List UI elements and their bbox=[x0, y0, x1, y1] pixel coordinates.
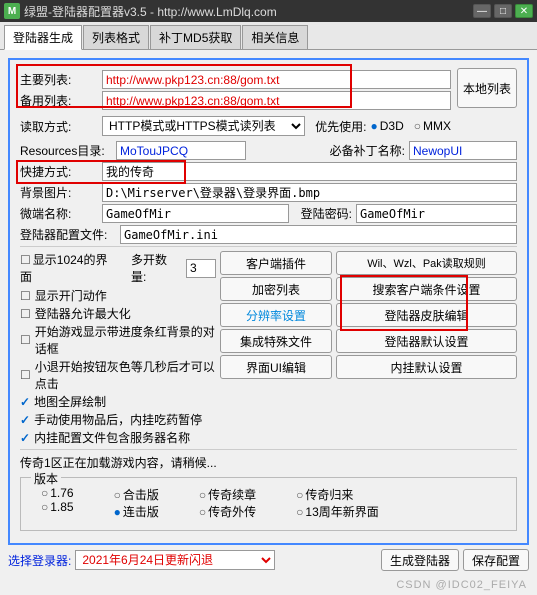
chk-auto-use[interactable]: 手动使用物品后，内挂吃药暂停 bbox=[20, 411, 216, 428]
main-list-input[interactable] bbox=[102, 70, 451, 89]
chk-fullscreen[interactable]: 地图全屏绘制 bbox=[20, 393, 216, 410]
config-file-label: 登陆器配置文件: bbox=[20, 226, 116, 243]
micro-name-label: 微端名称: bbox=[20, 205, 98, 222]
maximize-button[interactable]: □ bbox=[494, 4, 512, 18]
skin-edit-button[interactable]: 登陆器皮肤编辑 bbox=[336, 303, 517, 327]
chk-show-open[interactable]: 显示开门动作 bbox=[20, 287, 216, 304]
patch-name-input[interactable] bbox=[409, 141, 517, 160]
tab-generate[interactable]: 登陆器生成 bbox=[4, 25, 82, 50]
tab-info[interactable]: 相关信息 bbox=[242, 25, 308, 49]
tab-list-format[interactable]: 列表格式 bbox=[83, 25, 149, 49]
chk-red-bg[interactable]: 开始游戏显示带进度条红背景的对话框 bbox=[20, 323, 216, 357]
radio-mmx[interactable]: MMX bbox=[414, 119, 451, 133]
app-logo: M bbox=[4, 3, 20, 19]
select-login-dropdown[interactable]: 2021年6月24日更新闪退 bbox=[75, 550, 275, 570]
minimize-button[interactable]: — bbox=[473, 4, 491, 18]
integrate-button[interactable]: 集成特殊文件 bbox=[220, 329, 332, 353]
bg-image-input[interactable] bbox=[102, 183, 517, 202]
backup-list-input[interactable] bbox=[102, 91, 451, 110]
inner-default-button[interactable]: 内挂默认设置 bbox=[336, 355, 517, 379]
search-client-button[interactable]: 搜索客户端条件设置 bbox=[336, 277, 517, 301]
res-dir-label: Resources目录: bbox=[20, 142, 112, 159]
close-button[interactable]: ✕ bbox=[515, 4, 533, 18]
chk-show1024[interactable]: 显示1024的界面 bbox=[20, 251, 119, 285]
chk-gray-btn[interactable]: 小退开始按钮灰色等几秒后才可以点击 bbox=[20, 358, 216, 392]
radio-combo[interactable]: 合击版 bbox=[114, 486, 159, 503]
radio-v176[interactable]: 1.76 bbox=[41, 486, 74, 500]
micro-name-input[interactable] bbox=[102, 204, 289, 223]
radio-lianji[interactable]: 连击版 bbox=[114, 503, 159, 520]
main-list-label: 主要列表: bbox=[20, 71, 98, 88]
content-area: 主要列表: 备用列表: 读取方式: HTTP模式或HTTPS模式读列表 优先使用… bbox=[0, 50, 537, 581]
shortcut-label: 快捷方式: bbox=[20, 163, 98, 180]
client-plugin-button[interactable]: 客户端插件 bbox=[220, 251, 332, 275]
chk-allow-max[interactable]: 登陆器允许最大化 bbox=[20, 305, 216, 322]
default-login-button[interactable]: 登陆器默认设置 bbox=[336, 329, 517, 353]
ui-edit-button[interactable]: 界面UI编辑 bbox=[220, 355, 332, 379]
backup-list-label: 备用列表: bbox=[20, 92, 98, 109]
checkbox-column: 显示1024的界面 多开数量: 显示开门动作 登陆器允许最大化 开始游戏显示带进… bbox=[20, 249, 216, 447]
status-text: 传奇1区正在加载游戏内容，请稍候... bbox=[20, 452, 517, 473]
config-file-input[interactable] bbox=[120, 225, 517, 244]
version-legend: 版本 bbox=[31, 470, 61, 487]
priority-label: 优先使用: bbox=[315, 118, 366, 135]
radio-xuzhang[interactable]: 传奇续章 bbox=[199, 486, 256, 503]
multi-open-input[interactable] bbox=[186, 259, 216, 278]
window-title: 绿盟-登陆器配置器v3.5 - http://www.LmDlq.com bbox=[24, 3, 470, 20]
generate-button[interactable]: 生成登陆器 bbox=[381, 549, 459, 571]
shortcut-input[interactable] bbox=[102, 162, 517, 181]
wil-rule-button[interactable]: Wil、Wzl、Pak读取规则 bbox=[336, 251, 517, 275]
tab-bar: 登陆器生成 列表格式 补丁MD5获取 相关信息 bbox=[0, 22, 537, 50]
encrypt-list-button[interactable]: 加密列表 bbox=[220, 277, 332, 301]
resolution-button[interactable]: 分辨率设置 bbox=[220, 303, 332, 327]
bg-image-label: 背景图片: bbox=[20, 184, 98, 201]
radio-13anni[interactable]: 13周年新界面 bbox=[296, 503, 379, 520]
read-mode-label: 读取方式: bbox=[20, 118, 98, 135]
select-login-label: 选择登录器: bbox=[8, 552, 71, 569]
tab-md5[interactable]: 补丁MD5获取 bbox=[150, 25, 241, 49]
radio-waichuan[interactable]: 传奇外传 bbox=[199, 503, 256, 520]
res-dir-input[interactable] bbox=[116, 141, 246, 160]
titlebar: M 绿盟-登陆器配置器v3.5 - http://www.LmDlq.com —… bbox=[0, 0, 537, 22]
multi-open-label: 多开数量: bbox=[131, 251, 182, 285]
login-pwd-input[interactable] bbox=[356, 204, 517, 223]
radio-v185[interactable]: 1.85 bbox=[41, 500, 74, 514]
main-group: 主要列表: 备用列表: 读取方式: HTTP模式或HTTPS模式读列表 优先使用… bbox=[8, 58, 529, 545]
radio-d3d[interactable]: D3D bbox=[370, 119, 403, 133]
radio-guilai[interactable]: 传奇归来 bbox=[296, 486, 379, 503]
login-pwd-label: 登陆密码: bbox=[293, 205, 352, 222]
chk-include-server[interactable]: 内挂配置文件包含服务器名称 bbox=[20, 429, 216, 446]
save-config-button[interactable]: 保存配置 bbox=[463, 549, 529, 571]
watermark: CSDN @IDC02_FEIYA bbox=[396, 579, 527, 591]
patch-name-label: 必备补丁名称: bbox=[330, 142, 405, 159]
local-list-button[interactable]: 本地列表 bbox=[457, 68, 517, 108]
read-mode-select[interactable]: HTTP模式或HTTPS模式读列表 bbox=[102, 116, 305, 136]
